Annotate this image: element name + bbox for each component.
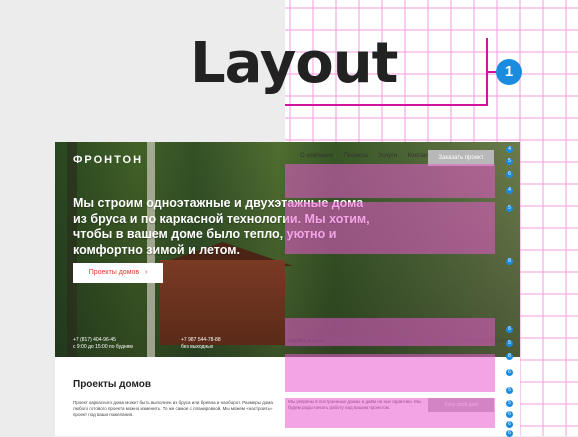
annotation-dot: 4: [506, 187, 513, 194]
phone-hours: с 9:00 до 15:00 по будням: [73, 344, 133, 350]
projects-button-label: Проекты домов: [88, 269, 140, 276]
annotation-dot: 6: [506, 326, 513, 333]
question-label[interactable]: Задайте вопрос: [288, 338, 324, 343]
hero-headline: Мы строим одноэтажные и двухэтажные дома…: [73, 196, 370, 257]
nav-item-about[interactable]: О компании: [300, 153, 333, 159]
phone-number[interactable]: +7 (817) 404-96-45: [73, 337, 133, 344]
question-block: Задайте вопрос менеджеру, или посетите н…: [288, 338, 508, 350]
annotation-dot: 8: [506, 353, 513, 360]
contact-block-1: +7 (817) 404-96-45 с 9:00 до 15:00 по бу…: [73, 337, 133, 351]
website-mockup: ФРОНТОН О компании Проекты Услуги Контак…: [55, 142, 520, 436]
site-logo[interactable]: ФРОНТОН: [73, 154, 143, 166]
offer-text: Мы уверены в построенных домах и даём на…: [288, 399, 422, 410]
annotation-dot: 6: [506, 421, 513, 428]
annotation-dot: 5: [506, 205, 513, 212]
want-house-button[interactable]: Хочу свой дом: [428, 398, 494, 412]
annotation-dot: 5: [506, 387, 513, 394]
annotation-dot: 6: [506, 369, 513, 376]
contact-block-2: +7 987 544-78-88 без выходных: [181, 337, 221, 351]
annotation-dot: 6: [506, 171, 513, 178]
chevron-right-icon: ›: [144, 269, 148, 276]
order-project-button[interactable]: Заказать проект: [428, 150, 494, 166]
page-title: Layout: [190, 31, 398, 96]
phone-hours: без выходных: [181, 344, 214, 350]
annotation-dot: 5: [506, 400, 513, 407]
projects-description: Проект каркасного дома может быть выполн…: [73, 400, 273, 417]
site-nav: О компании Проекты Услуги Контакты: [300, 153, 443, 159]
annotation-dot: 5: [506, 158, 513, 165]
nav-item-projects[interactable]: Проекты: [344, 153, 368, 159]
projects-button[interactable]: Проекты домов ›: [73, 263, 163, 283]
projects-title: Проекты домов: [73, 379, 152, 390]
nav-item-services[interactable]: Услуги: [379, 153, 397, 159]
phone-number[interactable]: +7 987 544-78-88: [181, 337, 221, 344]
annotation-dot: 6: [506, 411, 513, 418]
annotation-dot: 4: [506, 146, 513, 153]
house-image: [160, 260, 285, 345]
annotation-dot: 8: [506, 258, 513, 265]
annotation-dot: 5: [506, 340, 513, 347]
annotation-badge: 1: [496, 59, 522, 85]
